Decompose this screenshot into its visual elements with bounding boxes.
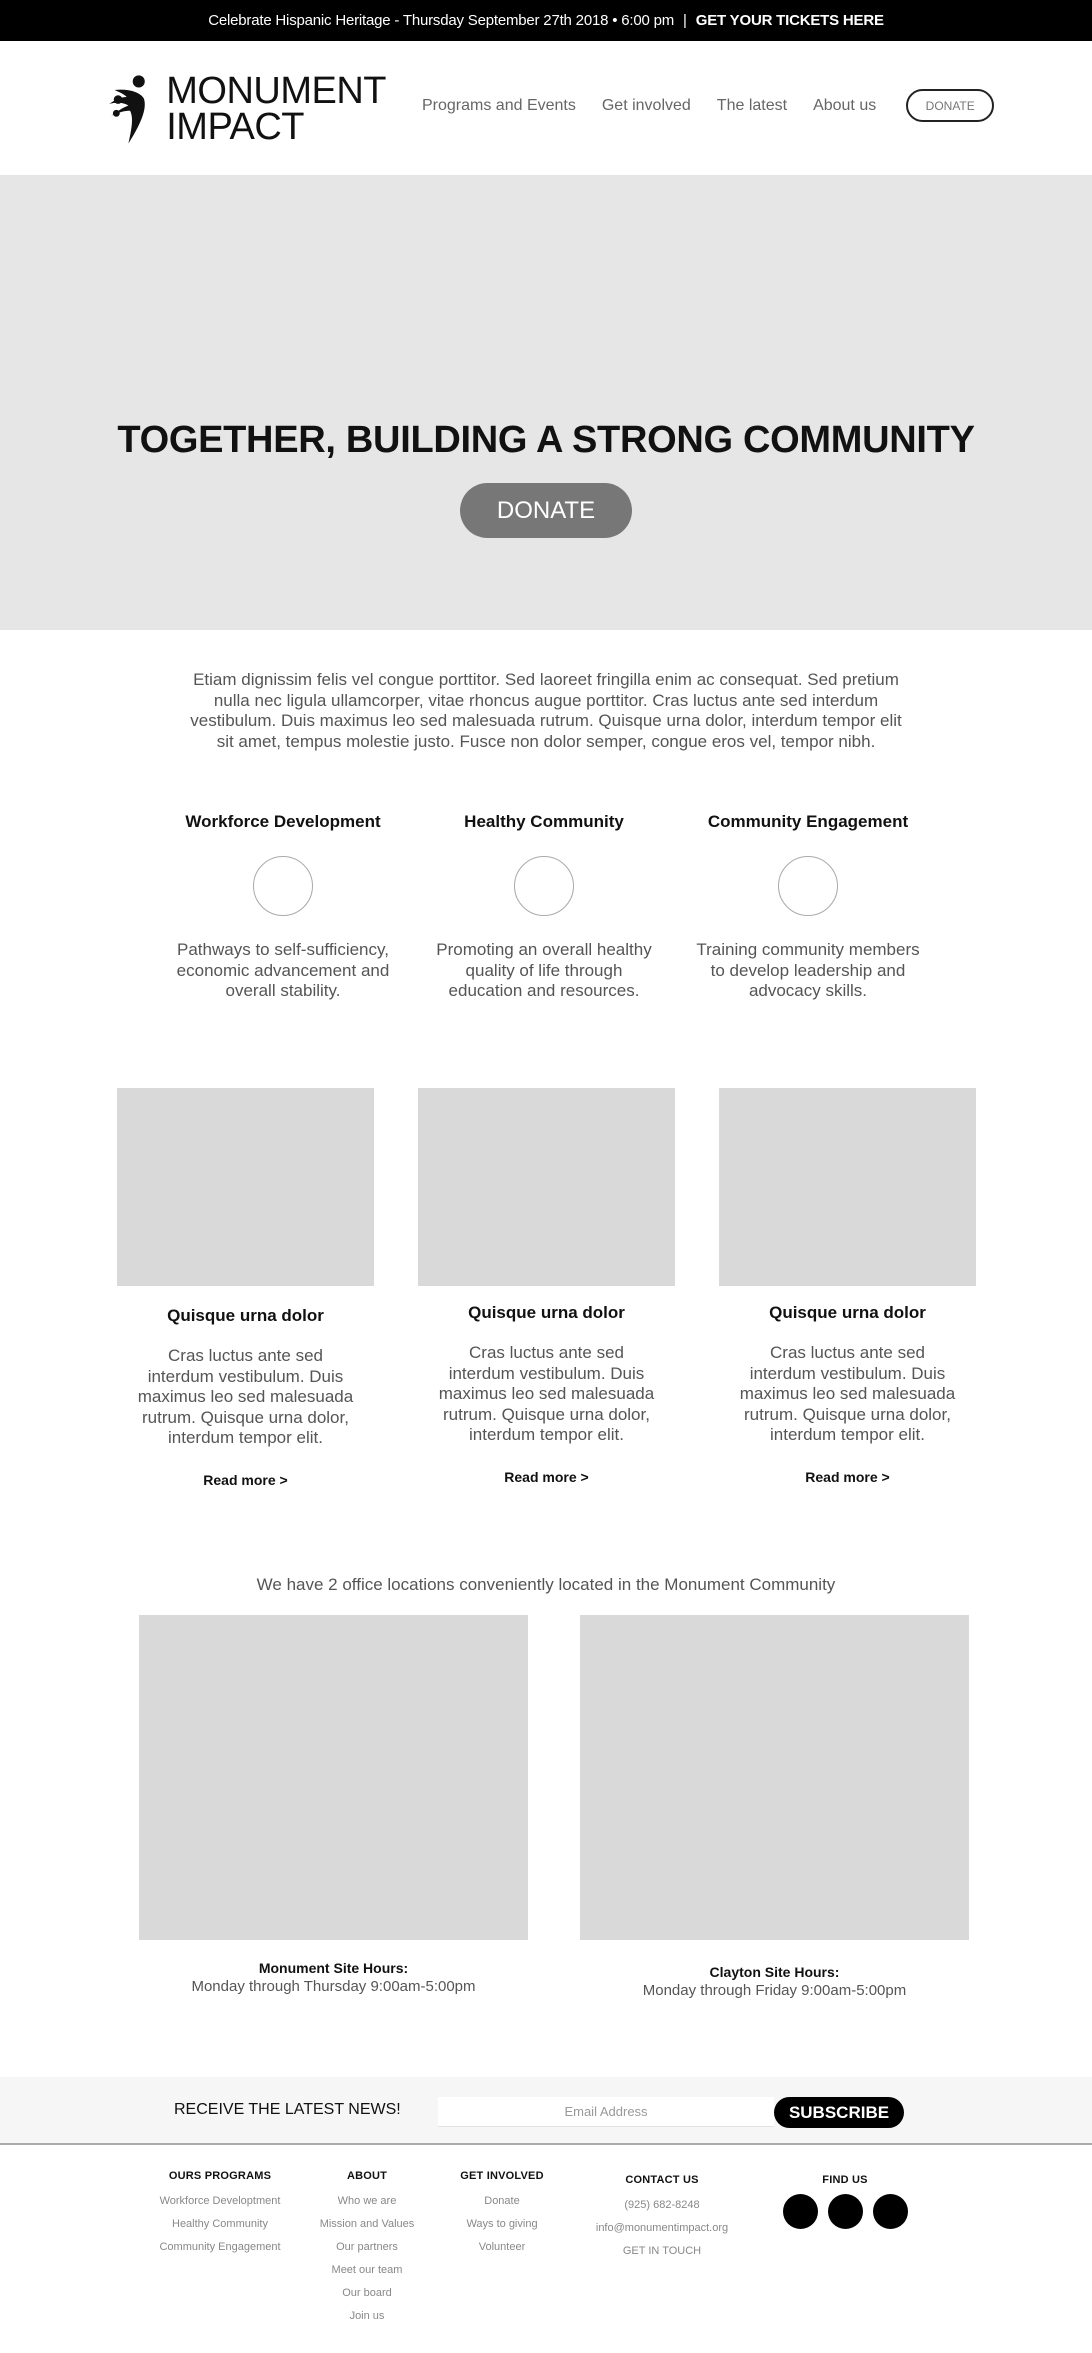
card-text: Cras luctus ante sed interdum vestibulum… <box>137 1346 354 1447</box>
pillar-title: Healthy Community <box>464 812 624 831</box>
footer-heading: ABOUT <box>346 2170 388 2182</box>
social-links <box>775 2194 915 2229</box>
footer-get-involved: GET INVOLVED Donate Ways to giving Volun… <box>452 2170 552 2259</box>
location-monument: Monument Site Hours: Monday through Thur… <box>139 1615 528 1995</box>
footer-about: ABOUT Who we are Mission and Values Our … <box>307 2170 427 2328</box>
get-tickets-link[interactable]: GET YOUR TICKETS HERE <box>696 12 884 29</box>
article-card: Quisque urna dolor Cras luctus ante sed … <box>117 1088 374 1490</box>
location-name: Clayton Site Hours: <box>709 1964 840 1980</box>
logo-text: MONUMENT IMPACT <box>166 70 386 148</box>
card-title: Quisque urna dolor <box>167 1306 324 1325</box>
footer-link[interactable]: Mission and Values <box>307 2213 427 2236</box>
location-clayton: Clayton Site Hours: Monday through Frida… <box>580 1615 969 1999</box>
read-more-link[interactable]: Read more > <box>805 1469 889 1485</box>
nav-the-latest[interactable]: The latest <box>717 97 787 115</box>
card-image-placeholder <box>117 1088 374 1286</box>
pillar-workforce-development: Workforce Development Pathways to self-s… <box>168 812 398 1002</box>
logo[interactable]: MONUMENT IMPACT <box>106 67 386 151</box>
footer-find-us: FIND US <box>775 2174 915 2229</box>
card-image-placeholder <box>418 1088 675 1286</box>
pillar-community-engagement: Community Engagement Training community … <box>693 812 923 1002</box>
pillar-text: Training community members to develop le… <box>696 940 920 1000</box>
footer-heading: OURS PROGRAMS <box>168 2170 272 2182</box>
footer-link[interactable]: Donate <box>452 2190 552 2213</box>
card-title: Quisque urna dolor <box>468 1303 625 1322</box>
hero-donate-button[interactable]: DONATE <box>460 483 632 538</box>
intro-paragraph: Etiam dignissim felis vel congue porttit… <box>190 670 902 751</box>
pillar-title: Workforce Development <box>185 812 381 831</box>
footer-heading: FIND US <box>822 2174 868 2186</box>
read-more-link[interactable]: Read more > <box>203 1472 287 1488</box>
footer-link[interactable]: Workforce Developtment <box>150 2190 290 2213</box>
footer-link[interactable]: Community Engagement <box>150 2236 290 2259</box>
subscribe-button[interactable]: SUBSCRIBE <box>774 2097 904 2128</box>
footer-phone[interactable]: (925) 682-8248 <box>582 2194 742 2217</box>
footer-link[interactable]: Healthy Community <box>150 2213 290 2236</box>
footer-get-in-touch[interactable]: GET IN TOUCH <box>582 2240 742 2263</box>
location-hours: Monday through Thursday 9:00am-5:00pm <box>191 1978 476 1995</box>
pillar-text: Promoting an overall healthy quality of … <box>436 940 652 1000</box>
footer-heading: GET INVOLVED <box>460 2170 544 2182</box>
footer-link[interactable]: Ways to giving <box>452 2213 552 2236</box>
site-header: MONUMENT IMPACT Programs and Events Get … <box>0 41 1092 175</box>
social-icon[interactable] <box>782 2194 818 2229</box>
pillar-healthy-community: Healthy Community Promoting an overall h… <box>429 812 659 1002</box>
pillar-text: Pathways to self-sufficiency, economic a… <box>176 940 390 1000</box>
footer-email[interactable]: info@monumentimpact.org <box>582 2217 742 2240</box>
footer-programs: OURS PROGRAMS Workforce Developtment Hea… <box>150 2170 290 2259</box>
location-map-placeholder[interactable] <box>580 1615 969 1940</box>
footer-link[interactable]: Who we are <box>307 2190 427 2213</box>
logo-mark-icon <box>109 75 145 144</box>
footer-heading: CONTACT US <box>625 2174 699 2186</box>
announcement-separator: | <box>683 12 687 29</box>
pillar-title: Community Engagement <box>707 812 909 831</box>
footer-link[interactable]: Volunteer <box>452 2236 552 2259</box>
announcement-text: Celebrate Hispanic Heritage - Thursday S… <box>208 12 675 29</box>
announcement-bar: Celebrate Hispanic Heritage - Thursday S… <box>0 0 1092 41</box>
location-hours: Monday through Friday 9:00am-5:00pm <box>642 1982 907 1999</box>
read-more-link[interactable]: Read more > <box>504 1469 588 1485</box>
locations-heading: We have 2 office locations conveniently … <box>256 1575 836 1594</box>
nav-about-us[interactable]: About us <box>813 97 876 115</box>
nav-programs-and-events[interactable]: Programs and Events <box>422 97 576 115</box>
hero-banner: TOGETHER, BUILDING A STRONG COMMUNITY DO… <box>0 175 1092 630</box>
article-card: Quisque urna dolor Cras luctus ante sed … <box>418 1088 675 1487</box>
article-card: Quisque urna dolor Cras luctus ante sed … <box>719 1088 976 1487</box>
hero-title: TOGETHER, BUILDING A STRONG COMMUNITY <box>117 419 975 461</box>
card-text: Cras luctus ante sed interdum vestibulum… <box>739 1343 956 1444</box>
pillar-icon-placeholder <box>253 856 313 916</box>
social-icon[interactable] <box>872 2194 908 2229</box>
newsletter-label: RECEIVE THE LATEST NEWS! <box>174 2101 401 2118</box>
logo-line-1: MONUMENT <box>166 70 386 112</box>
header-donate-button[interactable]: DONATE <box>906 89 995 122</box>
nav-get-involved[interactable]: Get involved <box>602 97 691 115</box>
footer-link[interactable]: Our partners <box>307 2236 427 2259</box>
footer-link[interactable]: Join us <box>307 2305 427 2328</box>
pillar-icon-placeholder <box>514 856 574 916</box>
card-text: Cras luctus ante sed interdum vestibulum… <box>438 1343 655 1444</box>
main-nav: Programs and Events Get involved The lat… <box>422 89 995 122</box>
logo-line-2: IMPACT <box>166 106 304 148</box>
location-map-placeholder[interactable] <box>139 1615 528 1940</box>
pillar-icon-placeholder <box>778 856 838 916</box>
location-name: Monument Site Hours: <box>258 1960 409 1976</box>
card-title: Quisque urna dolor <box>769 1303 926 1322</box>
footer-link[interactable]: Our board <box>307 2282 427 2305</box>
social-icon[interactable] <box>827 2194 863 2229</box>
footer-contact: CONTACT US (925) 682-8248 info@monumenti… <box>582 2174 742 2263</box>
email-input[interactable] <box>438 2097 774 2127</box>
newsletter-band: RECEIVE THE LATEST NEWS! SUBSCRIBE <box>0 2077 1092 2145</box>
footer-link[interactable]: Meet our team <box>307 2259 427 2282</box>
card-image-placeholder <box>719 1088 976 1286</box>
